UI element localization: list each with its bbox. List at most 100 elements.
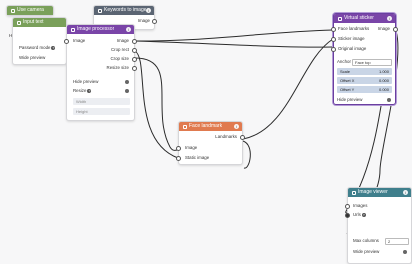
sticker-in-original-label: Original image	[338, 46, 367, 51]
sticker-offsetx-field[interactable]: Offset X 0.000	[337, 77, 392, 84]
text-icon	[17, 20, 21, 25]
sticker-in-face-label: Face landmarks	[338, 26, 370, 31]
sticker-offsetx-label: Offset X	[340, 78, 355, 83]
password-mode-text: Password mode	[19, 45, 51, 50]
viewer-input-urls-port[interactable]	[345, 213, 350, 218]
processor-width-field[interactable]: Width	[73, 98, 130, 105]
sticker-hide-preview-toggle[interactable]	[387, 98, 391, 102]
sticker-offsetx-value: 0.000	[378, 78, 389, 83]
keywords-title: Keywords to image	[104, 7, 146, 13]
sticker-scale-value: 1.000	[378, 69, 389, 74]
processor-width-label: Width	[76, 99, 87, 104]
use-camera-header[interactable]: Use camera	[7, 6, 53, 15]
sticker-in-sticker-label: Sticker image	[338, 36, 365, 41]
info-icon[interactable]: i	[403, 190, 408, 195]
info-icon[interactable]: i	[126, 27, 131, 32]
face-landmark-header[interactable]: Face landmark i	[179, 122, 242, 131]
viewer-icon	[352, 190, 356, 195]
face-in-image-label: Image	[185, 145, 198, 150]
keywords-out-image-label: Image	[137, 18, 150, 23]
wire-processor-to-sticker-face	[134, 29, 334, 42]
wire-cropsize-to-face	[134, 57, 179, 151]
face-landmark-node[interactable]: Face landmark i Landmarks Image Static i…	[176, 121, 245, 165]
wire-processor-to-sticker-original	[134, 40, 334, 48]
wire-landmarks-to-sticker	[242, 38, 334, 140]
processor-out-image-label: Image	[116, 38, 129, 43]
processor-input-image-port[interactable]	[64, 39, 69, 44]
processor-output-image-port[interactable]	[132, 39, 137, 44]
viewer-max-columns-value: 2	[388, 239, 391, 244]
sticker-offsety-label: Offset Y	[340, 87, 355, 92]
use-camera-node[interactable]: Use camera	[6, 5, 54, 16]
sticker-input-sticker-port[interactable]	[331, 37, 336, 42]
viewer-in-images-label: Images	[353, 203, 368, 208]
graph-canvas[interactable]: Use camera Input text H Password mode? W…	[0, 0, 412, 264]
sticker-output-image-port[interactable]	[393, 27, 398, 32]
processor-hide-preview-label: Hide preview	[73, 79, 99, 84]
processor-out-crop-size-label: Crop size	[110, 56, 129, 61]
image-viewer-header[interactable]: Image viewer i	[348, 188, 411, 197]
wire-landmarks-down	[242, 140, 251, 169]
input-text-header[interactable]: Input text	[13, 18, 66, 27]
processor-resize-label: Resize?	[73, 88, 92, 94]
image-processor-node[interactable]: Image processor i Image Image Crop rect …	[64, 24, 137, 121]
sticker-offsety-value: 0.000	[378, 87, 389, 92]
viewer-max-columns-select[interactable]: 2	[385, 238, 409, 245]
viewer-max-columns-label: Max columns	[353, 238, 379, 243]
processor-resize-text: Resize	[73, 88, 87, 93]
sticker-input-face-port[interactable]	[331, 27, 336, 32]
image-processor-title: Image processor	[77, 26, 115, 32]
use-camera-title: Use camera	[17, 7, 44, 13]
face-landmark-title: Face landmark	[189, 123, 223, 129]
virtual-sticker-header[interactable]: Virtual sticker i	[334, 14, 395, 23]
sticker-icon	[338, 16, 342, 21]
sticker-scale-field[interactable]: Scale 1.000	[337, 68, 392, 75]
input-text-node[interactable]: Input text H Password mode? Wide preview	[9, 17, 67, 65]
wire-processor-to-face-static	[134, 50, 179, 159]
viewer-wide-preview-toggle[interactable]	[403, 250, 407, 254]
processor-out-crop-rect-label: Crop rect	[110, 47, 129, 52]
sticker-anchor-select[interactable]: Face top	[352, 59, 392, 66]
face-input-image-port[interactable]	[176, 146, 181, 151]
info-icon[interactable]: i	[234, 124, 239, 129]
processor-height-label: Height	[76, 109, 88, 114]
face-output-landmarks-port[interactable]	[240, 135, 245, 140]
face-icon	[183, 124, 187, 129]
processor-output-crop-rect-port[interactable]	[132, 48, 137, 53]
viewer-input-images-port[interactable]	[345, 204, 350, 209]
sticker-input-original-port[interactable]	[331, 47, 336, 52]
sticker-out-image-label: Image	[377, 26, 390, 31]
input-text-title: Input text	[23, 19, 44, 25]
virtual-sticker-node[interactable]: Virtual sticker i Face landmarks Image S…	[331, 13, 398, 105]
sticker-scale-label: Scale	[340, 69, 351, 74]
processor-in-image-label: Image	[73, 38, 86, 43]
sticker-anchor-value: Face top	[355, 60, 371, 65]
processor-height-field[interactable]: Height	[73, 108, 130, 115]
keywords-output-port[interactable]	[152, 19, 157, 24]
sticker-offsety-field[interactable]: Offset Y 0.000	[337, 86, 392, 93]
info-icon[interactable]: i	[146, 8, 151, 13]
image-processor-header[interactable]: Image processor i	[67, 25, 134, 34]
viewer-in-urls-label: Urls?	[353, 212, 366, 218]
face-input-static-port[interactable]	[176, 156, 181, 161]
processor-icon	[71, 27, 75, 32]
help-icon: ?	[87, 88, 92, 93]
help-icon: ?	[51, 45, 56, 50]
info-icon[interactable]: i	[387, 16, 392, 21]
processor-resize-toggle[interactable]	[125, 89, 129, 93]
help-icon: ?	[361, 212, 366, 217]
image-viewer-node[interactable]: Image viewer i Images Urls? Max columns …	[345, 187, 412, 264]
keywords-header[interactable]: Keywords to image i	[94, 6, 154, 15]
face-out-landmarks-label: Landmarks	[215, 134, 237, 139]
processor-hide-preview-toggle[interactable]	[125, 80, 129, 84]
processor-output-resize-size-port[interactable]	[132, 66, 137, 71]
input-text-trunc-label: H	[9, 33, 13, 38]
image-viewer-title: Image viewer	[358, 189, 388, 195]
sticker-hide-preview-label: Hide preview	[337, 97, 363, 102]
processor-output-crop-size-port[interactable]	[132, 57, 137, 62]
viewer-in-urls-text: Urls	[353, 212, 361, 217]
camera-icon	[11, 8, 15, 13]
sticker-anchor-label: Anchor	[337, 59, 351, 64]
image-icon	[98, 8, 102, 13]
viewer-wide-preview-label: Wide preview	[353, 249, 380, 254]
